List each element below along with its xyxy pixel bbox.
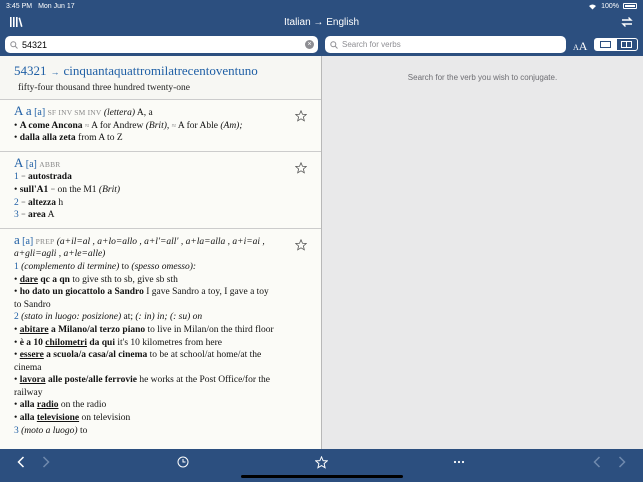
- pronunciation: [a]: [25, 158, 37, 170]
- number-numeral: 54321: [14, 63, 47, 78]
- link-word[interactable]: lavora: [20, 375, 46, 385]
- star-icon[interactable]: [295, 238, 307, 251]
- conjugation-pane: Search for the verb you wish to conjugat…: [322, 56, 643, 449]
- battery-icon: [623, 3, 637, 9]
- single-pane-icon[interactable]: [595, 39, 616, 50]
- dictionary-pane[interactable]: 54321 → cinquantaquattromilatrecentovent…: [0, 56, 321, 449]
- status-time: 3:45 PM: [6, 2, 33, 10]
- example-english: A for Andrew: [91, 120, 144, 131]
- next-icon[interactable]: [614, 454, 630, 470]
- entry-a-letter: A a [a] SF INV SM INV (lettera) A, a • A…: [0, 100, 321, 152]
- gloss: (lettera): [103, 108, 136, 118]
- star-icon[interactable]: [295, 110, 307, 122]
- sense-number: 3: [14, 210, 19, 221]
- contracted-forms: (a+il=al , a+lo=allo , a+l'=all' , a+la=…: [56, 236, 265, 247]
- example-english: from A to Z: [78, 133, 123, 144]
- status-date: Mon Jun 17: [38, 2, 75, 10]
- link-word[interactable]: chilometri: [45, 338, 87, 348]
- number-translation: fifty-four thousand three hundred twenty…: [18, 83, 191, 93]
- sense-number: 1: [14, 172, 19, 183]
- nav-title: Italian → English: [283, 17, 360, 28]
- pronunciation: [a]: [34, 107, 46, 118]
- swap-icon[interactable]: [620, 16, 634, 28]
- history-icon[interactable]: [175, 454, 191, 470]
- sense-number: 1: [14, 261, 19, 272]
- star-icon[interactable]: [295, 161, 307, 174]
- favorites-icon[interactable]: [313, 454, 329, 470]
- number-words: cinquantaquattromilatrecentoventuno: [63, 63, 258, 78]
- nav-bar: Italian → English: [0, 12, 643, 34]
- status-bar: 3:45 PM Mon Jun 17 100%: [0, 0, 643, 12]
- sense-number: 3: [14, 425, 19, 436]
- more-icon[interactable]: [451, 454, 467, 470]
- back-icon[interactable]: [13, 454, 29, 470]
- clear-icon[interactable]: ×: [305, 40, 314, 49]
- sense-number: 2: [14, 312, 19, 323]
- number-entry: 54321 → cinquantaquattromilatrecentovent…: [0, 56, 321, 100]
- search-icon: [10, 40, 18, 49]
- sense-number: 2: [14, 197, 19, 208]
- link-word[interactable]: radio: [37, 400, 59, 410]
- verb-search-field[interactable]: [325, 36, 566, 53]
- gloss-translation: A, a: [136, 108, 153, 118]
- layout-toggle[interactable]: [594, 38, 638, 51]
- search-row: 54321 × AA: [0, 34, 643, 56]
- headword: A: [14, 154, 24, 170]
- entry-a-abbr: A [a] ABBR 1 = autostrada • sull'A1 = on…: [0, 152, 321, 229]
- conjugation-hint: Search for the verb you wish to conjugat…: [407, 73, 558, 82]
- wifi-icon: [589, 4, 597, 9]
- forward-icon[interactable]: [38, 454, 54, 470]
- prev-icon[interactable]: [589, 454, 605, 470]
- contracted-forms: a+gli=agli , a+le=alle): [14, 249, 106, 260]
- example-italian: A come Ancona: [19, 120, 83, 131]
- link-word[interactable]: dare: [20, 275, 38, 285]
- link-word[interactable]: abitare: [20, 325, 49, 335]
- headword: A a: [14, 103, 32, 118]
- home-indicator[interactable]: [241, 475, 403, 478]
- search-value[interactable]: 54321: [22, 40, 47, 50]
- bottom-toolbar: [0, 449, 643, 482]
- battery-percent: 100%: [601, 2, 619, 10]
- text-size-icon[interactable]: AA: [573, 37, 587, 55]
- grammar-label: PREP: [35, 236, 55, 246]
- grammar-label: ABBR: [39, 159, 61, 169]
- split-pane-icon[interactable]: [615, 39, 638, 50]
- number-arrow: →: [50, 67, 60, 77]
- search-field[interactable]: 54321 ×: [5, 36, 318, 53]
- verb-search-input[interactable]: [342, 40, 542, 49]
- link-word[interactable]: essere: [20, 350, 44, 360]
- example-italian: dalla alla zeta: [19, 133, 76, 144]
- pronunciation: [a]: [22, 235, 34, 247]
- headword: a: [14, 231, 20, 247]
- search-icon: [330, 40, 338, 49]
- grammar-label: SF INV SM INV: [47, 108, 102, 117]
- entry-a-prep: a [a] PREP (a+il=al , a+lo=allo , a+l'=a…: [0, 229, 321, 444]
- link-word[interactable]: televisione: [37, 413, 79, 423]
